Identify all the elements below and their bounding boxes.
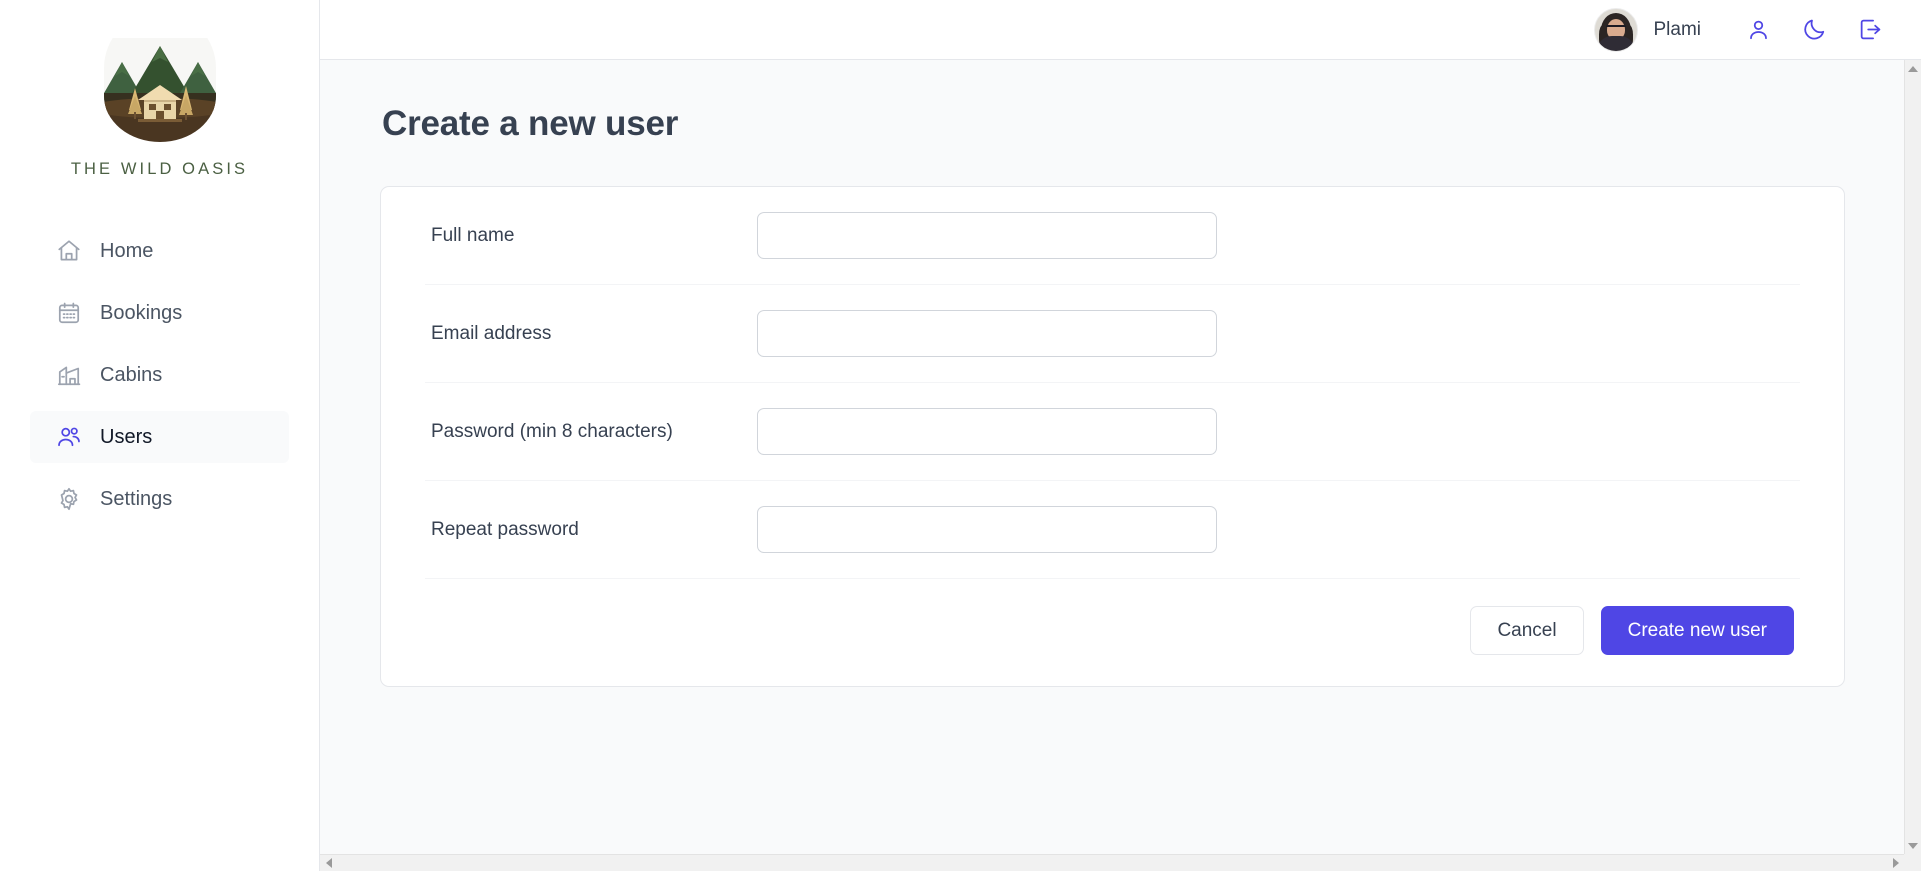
repeat-password-label: Repeat password: [431, 518, 579, 540]
scroll-right-arrow[interactable]: [1887, 855, 1904, 871]
sidebar-item-label: Settings: [100, 487, 173, 510]
form-row-password: Password (min 8 characters): [425, 383, 1800, 481]
full-name-label: Full name: [431, 224, 515, 246]
scrollbar-corner: [1904, 854, 1921, 871]
password-label: Password (min 8 characters): [431, 420, 673, 442]
avatar: [1594, 7, 1639, 52]
password-input[interactable]: [757, 408, 1217, 455]
gear-icon: [56, 486, 82, 512]
sidebar-item-label: Bookings: [100, 301, 183, 324]
main-area: Plami Create a new user Full name Email …: [320, 0, 1921, 871]
moon-icon[interactable]: [1797, 13, 1831, 47]
brand: THE WILD OASIS: [0, 38, 319, 225]
app-root: THE WILD OASIS Home Bookings Cabins User…: [0, 0, 1921, 871]
create-new-user-button[interactable]: Create new user: [1600, 606, 1794, 655]
scroll-down-arrow[interactable]: [1905, 837, 1921, 854]
sidebar-item-settings[interactable]: Settings: [30, 473, 289, 525]
sidebar-item-label: Cabins: [100, 363, 163, 386]
calendar-icon: [56, 300, 82, 326]
user-chip[interactable]: Plami: [1594, 7, 1701, 52]
sidebar-nav: Home Bookings Cabins Users Settings: [0, 225, 319, 525]
cancel-button[interactable]: Cancel: [1470, 606, 1584, 655]
logout-icon[interactable]: [1853, 13, 1887, 47]
sidebar-item-bookings[interactable]: Bookings: [30, 287, 289, 339]
sidebar: THE WILD OASIS Home Bookings Cabins User…: [0, 0, 320, 871]
page-content: Create a new user Full name Email addres…: [320, 60, 1921, 871]
scroll-left-arrow[interactable]: [320, 855, 337, 871]
sidebar-item-label: Home: [100, 239, 154, 262]
users-icon: [56, 424, 82, 450]
user-icon[interactable]: [1741, 13, 1775, 47]
top-header: Plami: [320, 0, 1921, 60]
sidebar-item-label: Users: [100, 425, 153, 448]
form-row-full-name: Full name: [425, 187, 1800, 285]
email-label: Email address: [431, 322, 552, 344]
brand-name: THE WILD OASIS: [70, 160, 249, 178]
create-user-form: Full name Email address Password (min 8 …: [380, 186, 1845, 687]
sidebar-item-users[interactable]: Users: [30, 411, 289, 463]
horizontal-scrollbar[interactable]: [320, 854, 1904, 871]
form-actions: Cancel Create new user: [425, 579, 1800, 686]
form-row-repeat-password: Repeat password: [425, 481, 1800, 579]
scroll-up-arrow[interactable]: [1905, 60, 1921, 77]
full-name-input[interactable]: [757, 212, 1217, 259]
home-icon: [56, 238, 82, 264]
page-title: Create a new user: [382, 104, 679, 143]
user-name: Plami: [1653, 18, 1701, 40]
vertical-scrollbar[interactable]: [1904, 60, 1921, 871]
repeat-password-input[interactable]: [757, 506, 1217, 553]
cabin-icon: [56, 362, 82, 388]
form-row-email: Email address: [425, 285, 1800, 383]
mountain-cabin-logo-icon: [100, 38, 220, 142]
email-input[interactable]: [757, 310, 1217, 357]
sidebar-item-home[interactable]: Home: [30, 225, 289, 277]
sidebar-item-cabins[interactable]: Cabins: [30, 349, 289, 401]
